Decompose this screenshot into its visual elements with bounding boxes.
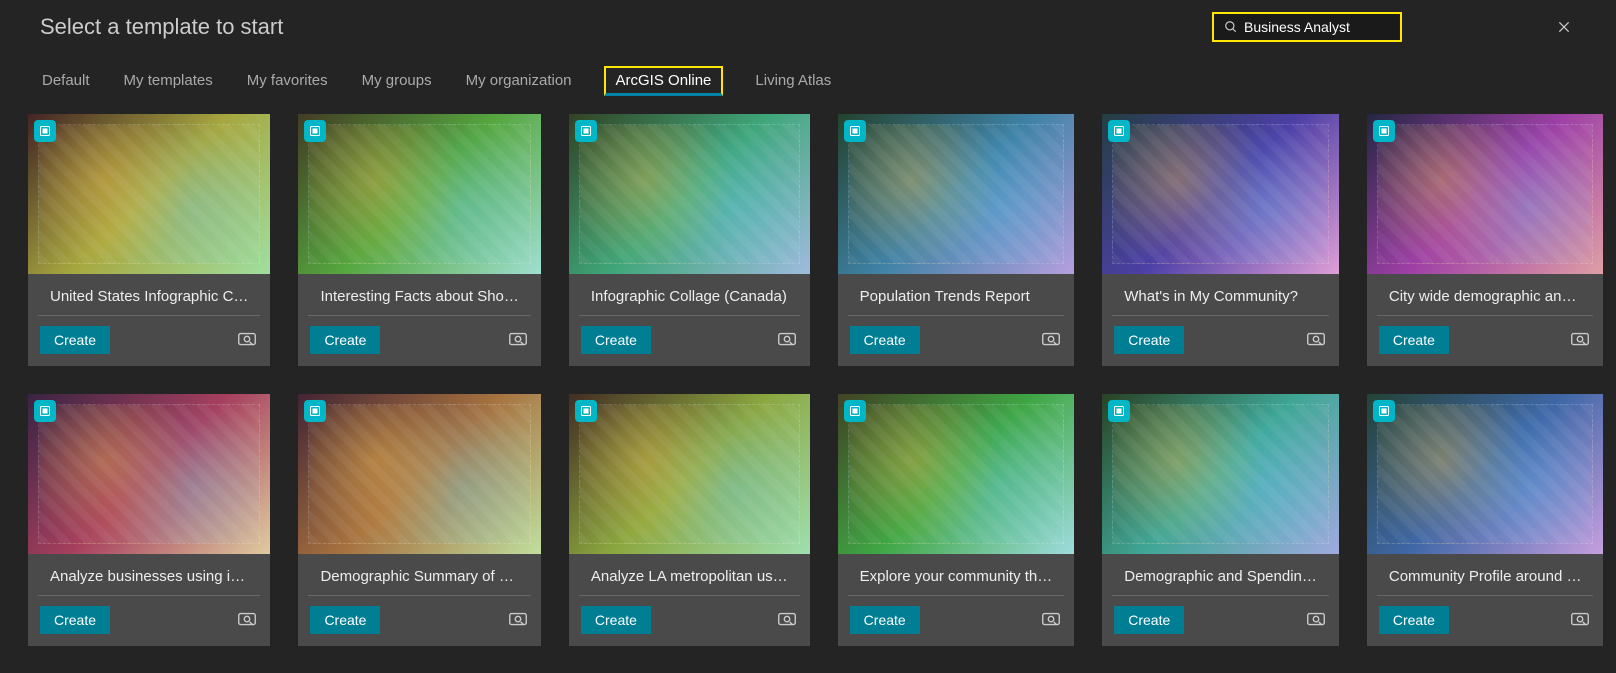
- template-title: Demographic Summary of …: [308, 554, 530, 596]
- template-card: Analyze businesses using i… Create: [28, 394, 270, 646]
- create-button[interactable]: Create: [1379, 606, 1449, 634]
- template-thumbnail[interactable]: [838, 394, 1075, 554]
- template-thumbnail[interactable]: [298, 394, 540, 554]
- preview-icon[interactable]: [236, 609, 258, 631]
- template-title: City wide demographic an…: [1377, 274, 1594, 316]
- create-button[interactable]: Create: [310, 606, 380, 634]
- template-thumbnail[interactable]: [1102, 394, 1339, 554]
- preview-icon[interactable]: [1040, 609, 1062, 631]
- create-button[interactable]: Create: [850, 606, 920, 634]
- create-button[interactable]: Create: [581, 606, 651, 634]
- template-title: Population Trends Report: [848, 274, 1065, 316]
- template-title: Demographic and Spendin…: [1112, 554, 1329, 596]
- template-grid: United States Infographic C…CreateIntere…: [0, 106, 1616, 654]
- template-card: Infographic Collage (Canada) Create: [569, 114, 810, 366]
- experience-builder-icon: [304, 120, 326, 142]
- template-thumbnail[interactable]: [298, 114, 540, 274]
- template-thumbnail[interactable]: [28, 114, 270, 274]
- experience-builder-icon: [1108, 400, 1130, 422]
- tab-my-groups[interactable]: My groups: [360, 66, 434, 96]
- create-button[interactable]: Create: [310, 326, 380, 354]
- experience-builder-icon: [34, 400, 56, 422]
- template-card: Interesting Facts about Sho… Create: [298, 114, 540, 366]
- template-title: Analyze businesses using i…: [38, 554, 260, 596]
- template-thumbnail[interactable]: [569, 114, 810, 274]
- template-thumbnail[interactable]: [28, 394, 270, 554]
- template-thumbnail[interactable]: [1367, 114, 1604, 274]
- create-button[interactable]: Create: [850, 326, 920, 354]
- create-button[interactable]: Create: [40, 326, 110, 354]
- preview-icon[interactable]: [1305, 609, 1327, 631]
- preview-icon[interactable]: [776, 609, 798, 631]
- template-card: What's in My Community? Create: [1102, 114, 1339, 366]
- experience-builder-icon: [1108, 120, 1130, 142]
- experience-builder-icon: [1373, 120, 1395, 142]
- preview-icon[interactable]: [236, 329, 258, 351]
- experience-builder-icon: [575, 120, 597, 142]
- template-title: Explore your community th…: [848, 554, 1065, 596]
- experience-builder-icon: [34, 120, 56, 142]
- tab-my-organization[interactable]: My organization: [464, 66, 574, 96]
- template-card: Demographic and Spendin… Create: [1102, 394, 1339, 646]
- template-title: What's in My Community?: [1112, 274, 1329, 316]
- preview-icon[interactable]: [507, 609, 529, 631]
- template-card: Demographic Summary of … Create: [298, 394, 540, 646]
- template-thumbnail[interactable]: [1102, 114, 1339, 274]
- preview-icon[interactable]: [776, 329, 798, 351]
- template-thumbnail[interactable]: [569, 394, 810, 554]
- template-card: Community Profile around … Create: [1367, 394, 1604, 646]
- preview-icon[interactable]: [1569, 609, 1591, 631]
- experience-builder-icon: [304, 400, 326, 422]
- template-card: United States Infographic C… Create: [28, 114, 270, 366]
- template-title: Infographic Collage (Canada): [579, 274, 800, 316]
- template-card: Population Trends Report Create: [838, 114, 1075, 366]
- preview-icon[interactable]: [1569, 329, 1591, 351]
- template-title: Analyze LA metropolitan us…: [579, 554, 800, 596]
- template-title: Community Profile around …: [1377, 554, 1594, 596]
- template-title: Interesting Facts about Sho…: [308, 274, 530, 316]
- template-card: City wide demographic an… Create: [1367, 114, 1604, 366]
- experience-builder-icon: [844, 400, 866, 422]
- template-card: Analyze LA metropolitan us… Create: [569, 394, 810, 646]
- create-button[interactable]: Create: [581, 326, 651, 354]
- create-button[interactable]: Create: [1114, 606, 1184, 634]
- preview-icon[interactable]: [1305, 329, 1327, 351]
- search-icon: [1224, 20, 1238, 34]
- search-value: Business Analyst: [1244, 19, 1350, 35]
- experience-builder-icon: [844, 120, 866, 142]
- tab-arcgis-online[interactable]: ArcGIS Online: [604, 66, 724, 96]
- template-card: Explore your community th… Create: [838, 394, 1075, 646]
- experience-builder-icon: [1373, 400, 1395, 422]
- clear-search-button[interactable]: [1552, 15, 1576, 39]
- template-title: United States Infographic C…: [38, 274, 260, 316]
- search-input[interactable]: Business Analyst: [1212, 12, 1402, 42]
- tab-bar: Default My templates My favorites My groups…: [0, 42, 1616, 106]
- preview-icon[interactable]: [507, 329, 529, 351]
- template-thumbnail[interactable]: [1367, 394, 1604, 554]
- tab-my-templates[interactable]: My templates: [122, 66, 215, 96]
- page-title: Select a template to start: [40, 14, 283, 40]
- create-button[interactable]: Create: [40, 606, 110, 634]
- close-icon: [1557, 20, 1571, 34]
- tab-default[interactable]: Default: [40, 66, 92, 96]
- experience-builder-icon: [575, 400, 597, 422]
- create-button[interactable]: Create: [1114, 326, 1184, 354]
- create-button[interactable]: Create: [1379, 326, 1449, 354]
- template-thumbnail[interactable]: [838, 114, 1075, 274]
- tab-my-favorites[interactable]: My favorites: [245, 66, 330, 96]
- preview-icon[interactable]: [1040, 329, 1062, 351]
- tab-living-atlas[interactable]: Living Atlas: [753, 66, 833, 96]
